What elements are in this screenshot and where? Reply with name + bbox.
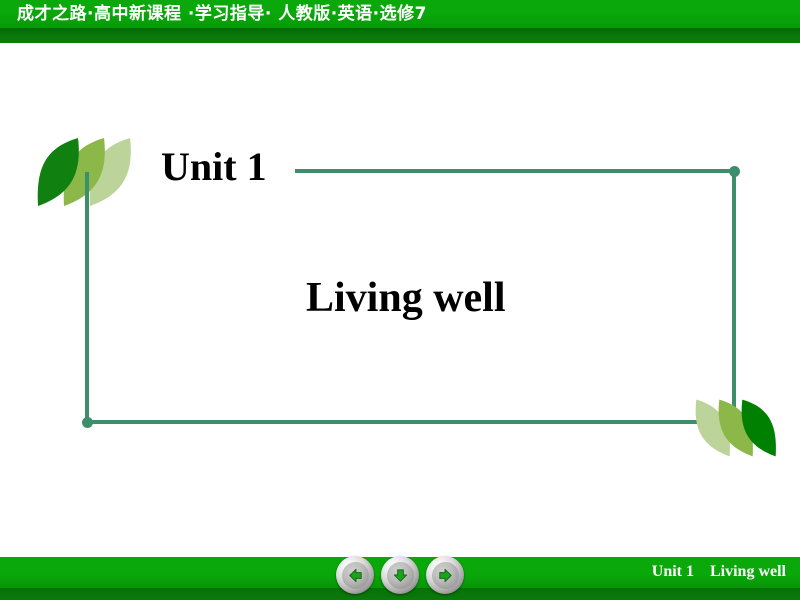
next-animation-button-inner — [386, 561, 414, 589]
crescent-dark-icon — [736, 398, 782, 458]
footer-lesson-label: Unit 1 Living well — [651, 563, 786, 580]
slide-navigation-controls — [336, 556, 464, 596]
header-bar: 成才之路·高中新课程 ·学习指导· 人教版·英语·选修7 — [0, 0, 800, 43]
frame-line-right — [732, 169, 736, 423]
crescent-dark-icon — [32, 136, 84, 208]
next-slide-button-inner — [431, 561, 459, 589]
frame-line-left — [85, 172, 89, 422]
right-chevron-decoration — [690, 398, 800, 458]
header-bar-shadow-strip — [0, 28, 800, 43]
course-series-title: 成才之路·高中新课程 ·学习指导· 人教版·英语·选修7 — [17, 4, 427, 24]
arrow-left-icon — [348, 568, 362, 582]
unit-number-heading: Unit 1 — [161, 144, 267, 189]
lesson-title-heading: Living well — [306, 275, 506, 321]
frame-line-top — [295, 169, 735, 173]
frame-corner-dot-bottom-left — [82, 417, 93, 428]
previous-slide-button-inner — [341, 561, 369, 589]
arrow-down-icon — [393, 568, 407, 582]
arrow-right-icon — [438, 568, 452, 582]
previous-slide-button[interactable] — [336, 556, 374, 594]
frame-line-bottom — [85, 420, 707, 424]
next-animation-button[interactable] — [381, 556, 419, 594]
next-slide-button[interactable] — [426, 556, 464, 594]
frame-corner-dot-top-right — [729, 166, 740, 177]
